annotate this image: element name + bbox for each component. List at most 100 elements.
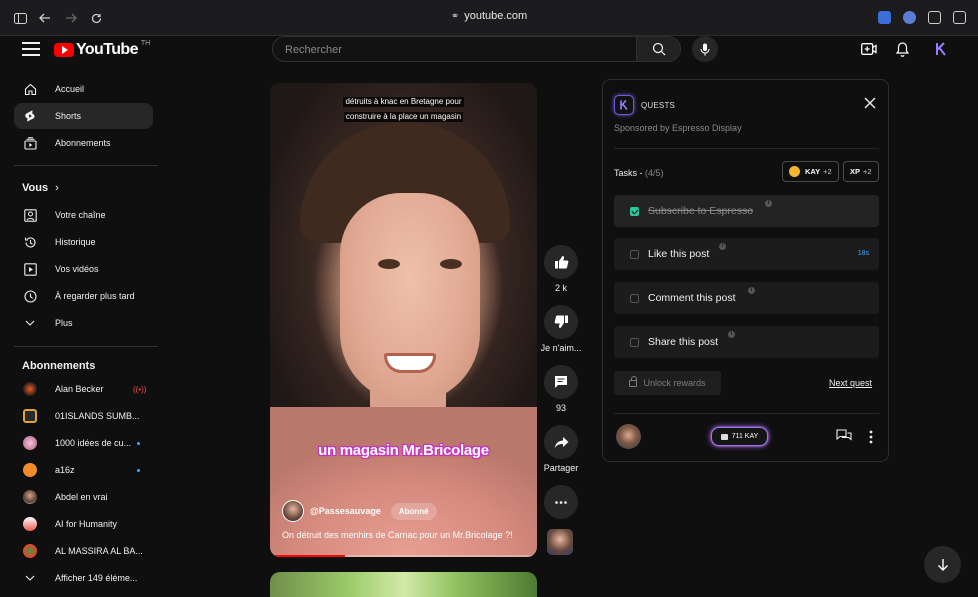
more-horizontal-icon: [555, 500, 567, 504]
close-icon[interactable]: [864, 97, 878, 111]
subscription-item[interactable]: Abdel en vrai: [14, 486, 153, 508]
subscription-name: a16z: [55, 465, 75, 475]
sidebar-item-home[interactable]: Accueil: [14, 76, 153, 102]
coin-icon: [789, 166, 800, 177]
voice-search-button[interactable]: [692, 36, 718, 62]
search-input[interactable]: [285, 41, 635, 59]
subscription-item[interactable]: 01ISLANDS SUMB...: [14, 405, 153, 427]
user-avatar[interactable]: [616, 424, 641, 449]
subscribed-button[interactable]: Abonné: [390, 502, 437, 520]
channel-avatar[interactable]: [282, 500, 304, 522]
sound-thumbnail[interactable]: [547, 529, 573, 555]
home-icon: [23, 82, 37, 96]
reader-icon[interactable]: [928, 11, 941, 24]
reward-amount: +2: [863, 167, 872, 176]
scroll-down-button[interactable]: [924, 546, 961, 583]
divider: [614, 148, 879, 149]
sidebar-item-subscriptions[interactable]: Abonnements: [14, 130, 153, 156]
shorts-video-player[interactable]: détruits à knac en Bretagne pour constru…: [270, 83, 537, 557]
like-button[interactable]: [544, 245, 578, 279]
info-icon[interactable]: i: [765, 200, 772, 207]
task-share[interactable]: Share this post i: [614, 326, 879, 358]
split-view-icon[interactable]: [953, 11, 966, 24]
video-progress-bar[interactable]: [270, 555, 537, 557]
you-section-title[interactable]: Vous ›: [22, 182, 59, 194]
sidebar-item-label: Plus: [55, 318, 73, 328]
show-more-subscriptions[interactable]: Afficher 149 éléme...: [14, 567, 153, 589]
panel-title: QUESTS: [641, 101, 676, 110]
more-actions-button[interactable]: [544, 485, 578, 519]
kay-logo-icon: [936, 42, 946, 56]
wallet-icon: [720, 433, 728, 440]
next-short-preview[interactable]: [270, 572, 537, 597]
chevron-right-icon: ›: [55, 182, 59, 194]
info-icon[interactable]: i: [728, 331, 735, 338]
unlock-rewards-button[interactable]: Unlock rewards: [614, 371, 721, 395]
address-bar[interactable]: ⚭ youtube.com: [0, 10, 978, 22]
task-checkbox[interactable]: [630, 294, 639, 303]
next-quest-link[interactable]: Next quest: [829, 378, 872, 388]
subscription-item[interactable]: AL MASSIRA AL BA...: [14, 540, 153, 562]
task-like[interactable]: Like this post i 18s: [614, 238, 879, 270]
subscription-item[interactable]: Alan Becker ((•)): [14, 378, 153, 400]
like-count: 2 k: [554, 283, 567, 293]
sidebar-item-your-videos[interactable]: Vos vidéos: [14, 256, 153, 282]
task-label: Share this post: [648, 336, 719, 348]
logo-text: YouTube: [76, 41, 138, 58]
subscription-name: 01ISLANDS SUMB...: [55, 411, 140, 421]
xp-reward-badge: XP +2: [843, 161, 879, 182]
reward-label: KAY: [805, 167, 821, 176]
new-content-dot: [137, 441, 140, 445]
thumbs-down-icon: [554, 315, 568, 328]
info-icon[interactable]: i: [719, 243, 726, 250]
video-title[interactable]: On détruit des menhirs de Carnac pour un…: [282, 530, 532, 540]
sidebar-divider: [14, 165, 158, 166]
sidebar-item-history[interactable]: Historique: [14, 229, 153, 255]
sidebar-item-shorts[interactable]: Shorts: [14, 103, 153, 129]
sidebar-item-watch-later[interactable]: À regarder plus tard: [14, 283, 153, 309]
task-comment[interactable]: Comment this post i: [614, 282, 879, 314]
sidebar-item-label: Accueil: [55, 84, 85, 94]
divider: [614, 413, 879, 414]
notifications-button[interactable]: [893, 40, 911, 58]
task-checkbox[interactable]: [630, 207, 639, 216]
youtube-play-icon: [54, 43, 74, 57]
extension-icon[interactable]: [878, 11, 891, 24]
history-icon: [23, 235, 37, 249]
channel-name[interactable]: @Passesauvage: [310, 506, 381, 516]
chat-icon[interactable]: [836, 429, 852, 443]
reward-amount: +2: [823, 167, 832, 176]
share-label: Partager: [543, 463, 579, 473]
sidebar-item-more[interactable]: Plus: [14, 310, 153, 336]
show-more-label: Afficher 149 éléme...: [55, 573, 138, 583]
subscription-name: AI for Humanity: [55, 519, 118, 529]
sidebar-item-label: Vos vidéos: [55, 264, 99, 274]
search-button[interactable]: [636, 37, 680, 61]
task-subscribe[interactable]: Subscribe to Espresso i: [614, 195, 879, 227]
sponsor-text: Sponsored by Espresso Display: [614, 123, 742, 133]
task-checkbox[interactable]: [630, 250, 639, 259]
wallet-balance-button[interactable]: 711 KAY: [711, 427, 768, 446]
your-videos-icon: [23, 262, 37, 276]
comments-button[interactable]: [544, 365, 578, 399]
chevron-down-icon: [23, 571, 37, 585]
subscription-item[interactable]: AI for Humanity: [14, 513, 153, 535]
share-button[interactable]: [544, 425, 578, 459]
task-checkbox[interactable]: [630, 338, 639, 347]
live-icon: ((•)): [133, 384, 147, 394]
dislike-button[interactable]: [544, 305, 578, 339]
sidebar-item-your-channel[interactable]: Votre chaîne: [14, 202, 153, 228]
youtube-logo[interactable]: YouTube TH: [54, 40, 150, 60]
quests-panel: QUESTS Sponsored by Espresso Display Tas…: [602, 79, 889, 462]
subscription-item[interactable]: 1000 idées de cu...: [14, 432, 153, 454]
create-button[interactable]: [860, 40, 878, 58]
menu-icon[interactable]: [22, 42, 40, 56]
translate-extension-icon[interactable]: [903, 11, 916, 24]
avatar: [23, 544, 37, 558]
channel-info: @Passesauvage Abonné: [282, 500, 437, 522]
kay-extension-icon[interactable]: [932, 40, 950, 58]
subscription-item[interactable]: a16z: [14, 459, 153, 481]
new-content-dot: [137, 468, 140, 472]
info-icon[interactable]: i: [748, 287, 755, 294]
more-vertical-icon[interactable]: [869, 430, 873, 444]
